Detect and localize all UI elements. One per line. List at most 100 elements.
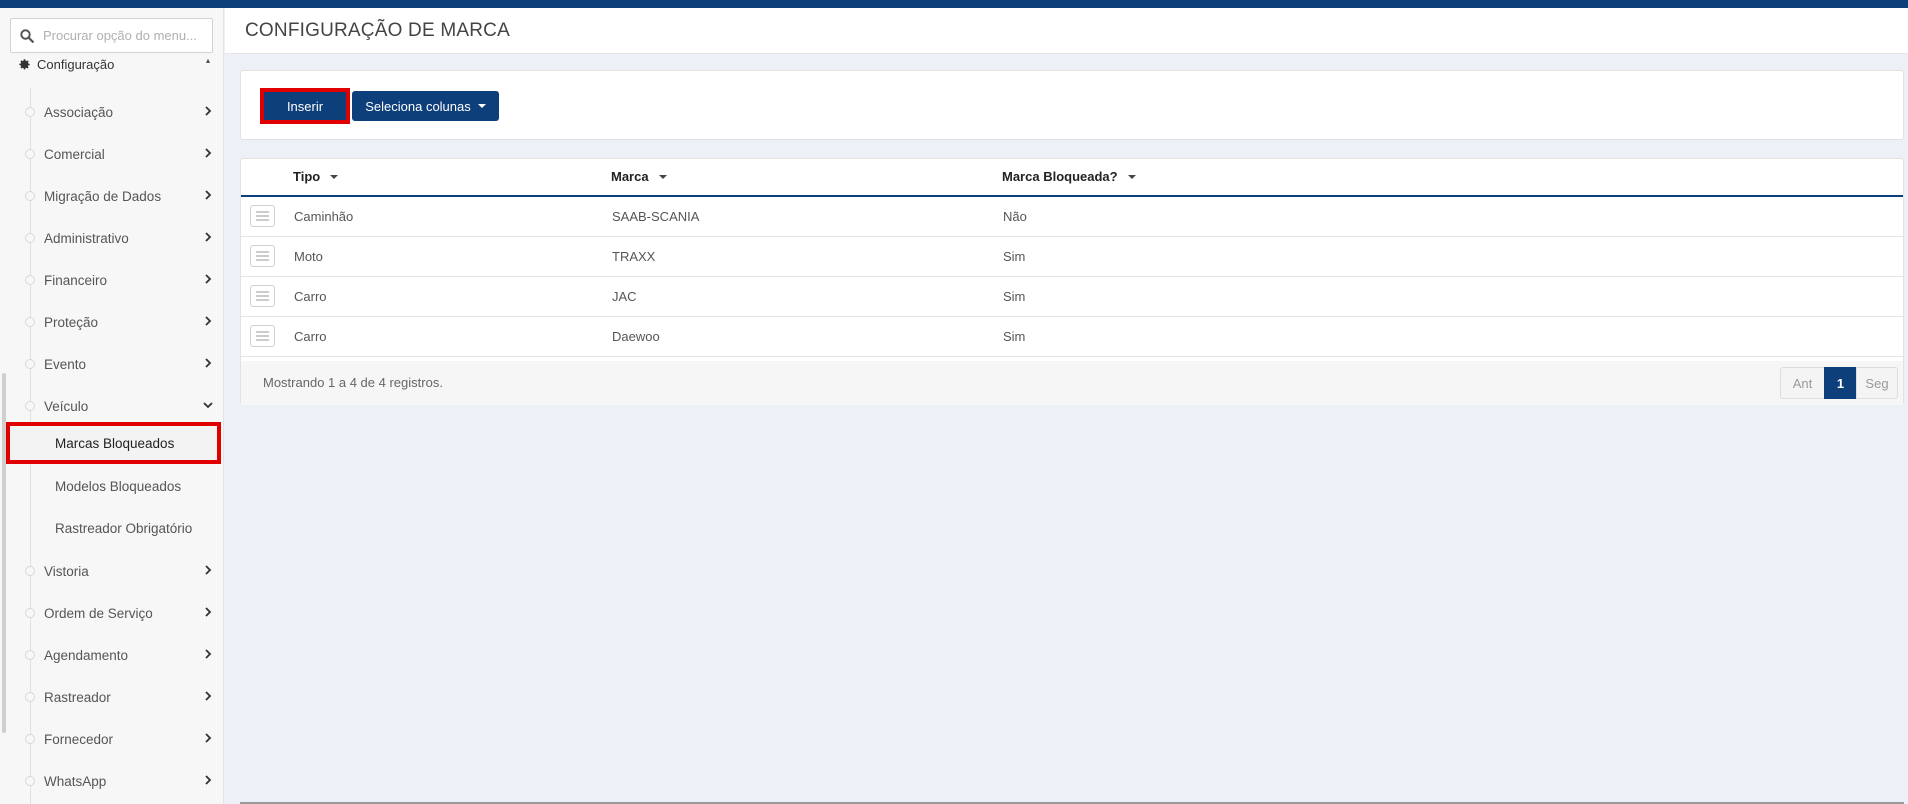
tree-node-icon (25, 776, 35, 786)
sidebar-item-migracao-de-dados[interactable]: Migração de Dados (25, 181, 215, 211)
chevron-right-icon (201, 230, 215, 244)
chevron-right-icon (201, 731, 215, 745)
cell-marca-bloqueada: Não (1003, 209, 1027, 224)
tree-node-icon (25, 734, 35, 744)
tree-node-icon (25, 692, 35, 702)
cell-marca: SAAB-SCANIA (612, 209, 700, 224)
select-columns-button[interactable]: Seleciona colunas (352, 91, 499, 121)
sidebar-item-label: Financeiro (44, 272, 108, 288)
column-header-marca-bloqueada[interactable]: Marca Bloqueada? (1002, 169, 1136, 184)
chevron-right-icon (201, 188, 215, 202)
table-header: Tipo Marca Marca Bloqueada? (241, 159, 1903, 197)
select-columns-label: Seleciona colunas (365, 98, 471, 114)
chevron-right-icon (201, 605, 215, 619)
pagination-page-button[interactable]: 1 (1824, 367, 1857, 399)
sidebar-subitem-modelos-bloqueados[interactable]: Modelos Bloqueados (10, 468, 220, 504)
chevron-right-icon (201, 314, 215, 328)
chevron-right-icon (201, 773, 215, 787)
sidebar-item-protecao[interactable]: Proteção (25, 307, 215, 337)
table-footer: Mostrando 1 a 4 de 4 registros. Ant 1 Se… (241, 361, 1903, 405)
sidebar-section-label: Configuração (37, 56, 115, 72)
sidebar-item-label: Associação (44, 104, 114, 120)
sidebar-item-label: Evento (44, 356, 87, 372)
sidebar-item-veiculo[interactable]: Veículo (25, 391, 215, 421)
row-menu-icon[interactable] (250, 285, 275, 307)
sidebar-subitem-marcas-bloqueados[interactable]: Marcas Bloqueados (6, 422, 221, 464)
chevron-right-icon (201, 689, 215, 703)
main-content: CONFIGURAÇÃO DE MARCA Inserir Seleciona … (225, 8, 1908, 804)
tree-node-icon (25, 275, 35, 285)
sort-caret-icon (1127, 174, 1136, 179)
sidebar-item-label: Administrativo (44, 230, 129, 246)
sidebar-section-configuracao[interactable]: Configuração ▴ (18, 53, 218, 75)
tree-node-icon (25, 566, 35, 576)
table-row: Carro JAC Sim (241, 277, 1903, 317)
sidebar-item-evento[interactable]: Evento (25, 349, 215, 379)
sidebar-item-administrativo[interactable]: Administrativo (25, 223, 215, 253)
menu-search (10, 18, 213, 53)
cell-tipo: Moto (294, 249, 323, 264)
cell-marca: Daewoo (612, 329, 660, 344)
column-header-marca[interactable]: Marca (611, 169, 667, 184)
sidebar-item-rastreador[interactable]: Rastreador (25, 682, 215, 712)
row-menu-icon[interactable] (250, 325, 275, 347)
column-header-tipo[interactable]: Tipo (293, 169, 339, 184)
row-menu-icon[interactable] (250, 245, 275, 267)
chevron-down-icon (201, 398, 215, 412)
tree-node-icon (25, 191, 35, 201)
gear-icon (18, 58, 31, 71)
row-menu-icon[interactable] (250, 205, 275, 227)
sidebar-item-agendamento[interactable]: Agendamento (25, 640, 215, 670)
cell-tipo: Carro (294, 329, 327, 344)
column-header-label: Tipo (293, 169, 321, 184)
sidebar-subitem-label: Rastreador Obrigatório (55, 520, 193, 536)
caret-down-icon (477, 104, 486, 108)
sidebar-item-associacao[interactable]: Associação (25, 97, 215, 127)
page-header: CONFIGURAÇÃO DE MARCA (225, 8, 1908, 54)
sidebar-item-label: Fornecedor (44, 731, 114, 747)
sidebar-item-label: Migração de Dados (44, 188, 162, 204)
cell-marca: JAC (612, 289, 637, 304)
caret-up-icon: ▴ (205, 56, 210, 65)
pagination-prev-button[interactable]: Ant (1780, 367, 1825, 399)
sidebar-item-fornecedor[interactable]: Fornecedor (25, 724, 215, 754)
table-row: Carro Daewoo Sim (241, 317, 1903, 357)
tree-node-icon (25, 149, 35, 159)
sidebar-item-ordem-de-servico[interactable]: Ordem de Serviço (25, 598, 215, 628)
cell-marca-bloqueada: Sim (1003, 249, 1026, 264)
column-header-label: Marca (611, 169, 649, 184)
column-header-label: Marca Bloqueada? (1002, 169, 1118, 184)
cell-marca-bloqueada: Sim (1003, 289, 1026, 304)
table-row: Moto TRAXX Sim (241, 237, 1903, 277)
menu-search-input[interactable] (43, 28, 208, 43)
sidebar-item-financeiro[interactable]: Financeiro (25, 265, 215, 295)
sort-caret-icon (658, 174, 667, 179)
cell-marca-bloqueada: Sim (1003, 329, 1026, 344)
tree-node-icon (25, 650, 35, 660)
tree-node-icon (25, 401, 35, 411)
sidebar-subitem-rastreador-obrigatorio[interactable]: Rastreador Obrigatório (10, 510, 220, 546)
sidebar-subitem-label: Modelos Bloqueados (55, 478, 182, 494)
sidebar-item-whatsapp[interactable]: WhatsApp (25, 766, 215, 796)
pagination: Ant 1 Seg (1780, 367, 1898, 399)
chevron-right-icon (201, 563, 215, 577)
table-row: Caminhão SAAB-SCANIA Não (241, 197, 1903, 237)
sort-caret-icon (330, 174, 339, 179)
brands-table: Tipo Marca Marca Bloqueada? Caminhão SAA… (240, 158, 1904, 405)
sidebar-item-comercial[interactable]: Comercial (25, 139, 215, 169)
chevron-right-icon (201, 356, 215, 370)
sidebar-item-label: WhatsApp (44, 773, 107, 789)
page-title: CONFIGURAÇÃO DE MARCA (245, 20, 510, 41)
records-info: Mostrando 1 a 4 de 4 registros. (263, 375, 443, 390)
insert-button[interactable]: Inserir (260, 88, 350, 124)
sidebar-item-label: Comercial (44, 146, 105, 162)
chevron-right-icon (201, 647, 215, 661)
toolbar: Inserir Seleciona colunas (240, 70, 1904, 140)
cell-marca: TRAXX (612, 249, 656, 264)
sidebar-subitem-label: Marcas Bloqueados (55, 435, 175, 451)
sidebar-item-label: Rastreador (44, 689, 111, 705)
sidebar-item-label: Agendamento (44, 647, 129, 663)
sidebar-item-vistoria[interactable]: Vistoria (25, 556, 215, 586)
pagination-next-button[interactable]: Seg (1856, 367, 1898, 399)
sidebar: Configuração ▴ Associação Comercial Migr… (0, 8, 224, 804)
